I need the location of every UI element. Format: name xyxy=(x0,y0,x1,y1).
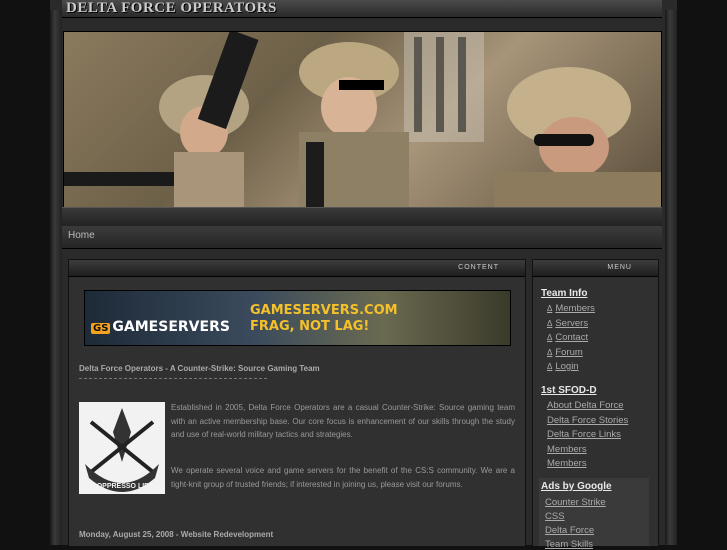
ad-logo-text: GAMESERVERS xyxy=(112,319,230,335)
emblem-motto: DE OPPRESSO LIBER xyxy=(85,483,159,490)
sidebar-item-members-2[interactable]: Members xyxy=(547,458,587,469)
sidebar-item-about-delta-force[interactable]: About Delta Force xyxy=(547,400,624,411)
sidebar-item-delta-force-stories[interactable]: Delta Force Stories xyxy=(547,415,628,426)
ad-link-counter-strike[interactable]: Counter Strike xyxy=(545,497,606,508)
sidebar-item-delta-force-links[interactable]: Delta Force Links xyxy=(547,429,621,440)
header-bar: DELTA FORCE OPERATORS xyxy=(62,0,662,18)
team-info-heading[interactable]: Team Info xyxy=(541,288,587,299)
sub-header-bar xyxy=(62,207,662,226)
ads-by-google-heading[interactable]: Ads by Google xyxy=(541,481,612,492)
content-column: CONTENT GS GAMESERVERS GAMESERVERS.COM FR… xyxy=(68,259,526,547)
news-post-title: Monday, August 25, 2008 - Website Redeve… xyxy=(79,530,274,539)
triangle-icon: Δ xyxy=(547,333,553,342)
intro-heading: Delta Force Operators - A Counter-Strike… xyxy=(79,364,320,373)
special-forces-emblem: DE OPPRESSO LIBER xyxy=(79,402,165,494)
ad-tagline: FRAG, NOT LAG! xyxy=(250,319,370,334)
content-tab: CONTENT xyxy=(69,260,525,277)
triangle-icon: Δ xyxy=(547,304,553,313)
site-title: DELTA FORCE OPERATORS xyxy=(66,0,277,16)
menu-tab: MENU xyxy=(533,260,658,277)
gameservers-ad-banner[interactable]: GS GAMESERVERS GAMESERVERS.COM FRAG, NOT … xyxy=(84,290,511,346)
sidebar-item-forum[interactable]: Δ Forum xyxy=(547,347,583,358)
sidebar-item-members-1[interactable]: Members xyxy=(547,444,587,455)
sidebar-item-login[interactable]: Δ Login xyxy=(547,361,579,372)
sidebar-item-label: Servers xyxy=(555,318,589,329)
right-rail xyxy=(665,10,677,545)
content-tab-label: CONTENT xyxy=(458,264,499,271)
ad-link-delta-force[interactable]: Delta Force xyxy=(545,525,594,536)
sidebar-item-label: Contact xyxy=(555,332,589,343)
sidebar-item-label: Login xyxy=(555,361,579,372)
ad-logo-mark: GS xyxy=(91,323,111,334)
sfod-heading[interactable]: 1st SFOD-D xyxy=(541,385,597,396)
soldiers-photo xyxy=(64,32,661,208)
sidebar-item-contact[interactable]: Δ Contact xyxy=(547,332,588,343)
ad-link-css[interactable]: CSS xyxy=(545,511,565,522)
sidebar-item-servers[interactable]: Δ Servers xyxy=(547,318,588,329)
menu-tab-label: MENU xyxy=(607,264,632,271)
divider xyxy=(79,378,267,379)
servers-paragraph: We operate several voice and game server… xyxy=(171,466,515,489)
triangle-icon: Δ xyxy=(547,362,553,371)
left-rail xyxy=(50,10,62,545)
sidebar-item-members[interactable]: Δ Members xyxy=(547,303,595,314)
ad-headline: GAMESERVERS.COM xyxy=(250,303,398,318)
sidebar: MENU Team Info Δ Members Δ Servers Δ Contac… xyxy=(532,259,659,550)
nav-bar: Home xyxy=(62,226,662,249)
sidebar-item-label: Forum xyxy=(555,347,583,358)
ad-logo: GS GAMESERVERS xyxy=(91,319,230,335)
triangle-icon: Δ xyxy=(547,319,553,328)
triangle-icon: Δ xyxy=(547,348,553,357)
header-banner-image xyxy=(63,31,662,209)
intro-paragraph: Established in 2005, Delta Force Operato… xyxy=(171,403,515,439)
nav-home-link[interactable]: Home xyxy=(68,230,95,241)
sidebar-item-label: Members xyxy=(555,303,595,314)
